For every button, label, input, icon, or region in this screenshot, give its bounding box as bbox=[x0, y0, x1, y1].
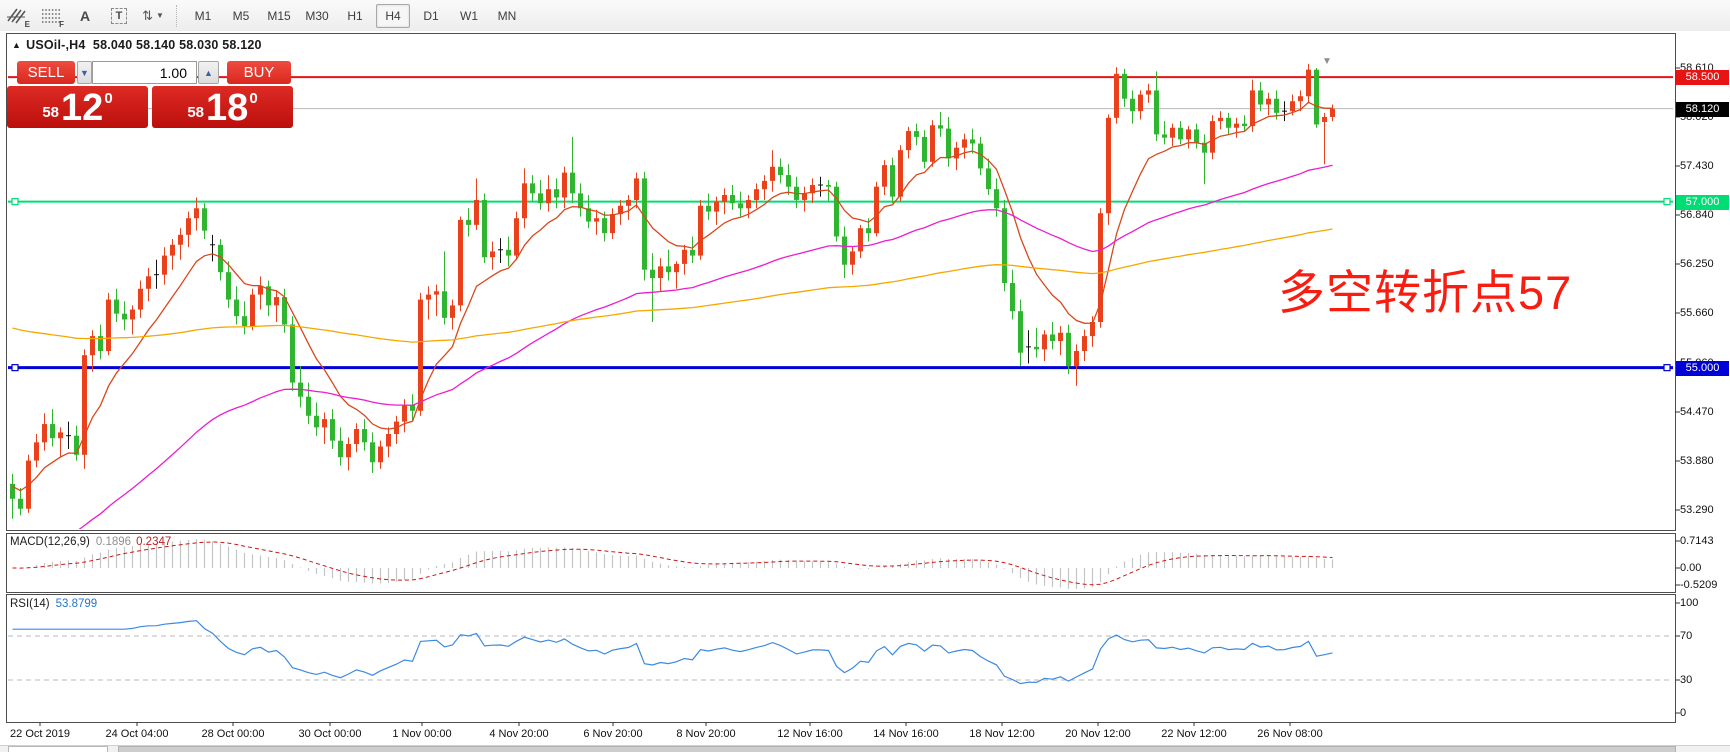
chart-canvas[interactable] bbox=[0, 31, 1730, 752]
time-tick-label: 6 Nov 20:00 bbox=[583, 728, 642, 740]
price-tick-label: 54.470 bbox=[1680, 406, 1714, 418]
rsi-label: RSI(14)53.8799 bbox=[10, 598, 97, 610]
price-badge-58500: 58.500 bbox=[1676, 70, 1729, 85]
time-tick-label: 1 Nov 00:00 bbox=[392, 728, 451, 740]
macd-signal-value: 0.2347 bbox=[136, 536, 171, 548]
time-tick-label: 22 Nov 12:00 bbox=[1161, 728, 1226, 740]
time-tick-label: 30 Oct 00:00 bbox=[299, 728, 362, 740]
toolbar: E F A T ⇅ ▼ M1M5M15M30H1H4D1W1MN bbox=[0, 0, 1730, 32]
price-tick-label: 57.430 bbox=[1680, 160, 1714, 172]
price-badge-58120: 58.120 bbox=[1676, 102, 1729, 117]
chevron-down-icon: ▼ bbox=[156, 11, 164, 20]
timeframe-w1[interactable]: W1 bbox=[452, 4, 486, 28]
time-tick-label: 12 Nov 16:00 bbox=[777, 728, 842, 740]
time-tick-label: 26 Nov 08:00 bbox=[1257, 728, 1322, 740]
text-box-icon[interactable]: T bbox=[105, 3, 133, 29]
timeframe-m15[interactable]: M15 bbox=[262, 4, 296, 28]
arrow-tools-icon[interactable]: ⇅ ▼ bbox=[139, 3, 167, 29]
time-tick-label: 18 Nov 12:00 bbox=[969, 728, 1034, 740]
macd-scale-label: 0.7143 bbox=[1680, 535, 1714, 547]
time-tick-label: 22 Oct 2019 bbox=[10, 728, 70, 740]
time-tick-label: 28 Oct 00:00 bbox=[202, 728, 265, 740]
sell-button[interactable]: SELL bbox=[17, 61, 75, 84]
rsi-scale-label: 30 bbox=[1680, 674, 1692, 686]
trading-app-window: E F A T ⇅ ▼ M1M5M15M30H1H4D1W1MN ▲ USOil-… bbox=[0, 0, 1730, 752]
symbol-direction-icon: ▲ bbox=[12, 40, 21, 50]
price-tick-label: 56.840 bbox=[1680, 209, 1714, 221]
time-tick-label: 8 Nov 20:00 bbox=[676, 728, 735, 740]
price-badge-55000: 55.000 bbox=[1676, 361, 1729, 376]
chart-shift-icon[interactable]: ▼ bbox=[1322, 56, 1332, 67]
symbol-title: USOil-,H4 bbox=[26, 38, 85, 52]
timeframe-h1[interactable]: H1 bbox=[338, 4, 372, 28]
price-tick-label: 53.290 bbox=[1680, 504, 1714, 516]
price-tick-label: 56.250 bbox=[1680, 258, 1714, 270]
rsi-scale-label: 70 bbox=[1680, 630, 1692, 642]
price-tick-label: 55.660 bbox=[1680, 307, 1714, 319]
chart-annotation-text: 多空转折点57 bbox=[1278, 254, 1572, 323]
timeframe-m5[interactable]: M5 bbox=[224, 4, 258, 28]
timeframe-d1[interactable]: D1 bbox=[414, 4, 448, 28]
macd-scale-label: -0.5209 bbox=[1680, 579, 1717, 591]
sell-price-display[interactable]: 58120 bbox=[7, 86, 148, 128]
rsi-scale-label: 100 bbox=[1680, 597, 1698, 609]
chart-header: ▲ USOil-,H4 58.040 58.140 58.030 58.120 bbox=[12, 38, 262, 52]
timeframe-m30[interactable]: M30 bbox=[300, 4, 334, 28]
volume-input[interactable] bbox=[92, 61, 197, 84]
timeframe-group: M1M5M15M30H1H4D1W1MN bbox=[184, 4, 526, 28]
toolbar-separator bbox=[176, 5, 178, 27]
rsi-scale-label: 0 bbox=[1680, 707, 1686, 719]
time-tick-label: 4 Nov 20:00 bbox=[489, 728, 548, 740]
text-label-icon[interactable]: A bbox=[71, 3, 99, 29]
ohlc-values: 58.040 58.140 58.030 58.120 bbox=[93, 38, 262, 52]
timeframe-m1[interactable]: M1 bbox=[186, 4, 220, 28]
indicator-list-icon[interactable]: E bbox=[3, 3, 31, 29]
rsi-value: 53.8799 bbox=[56, 598, 98, 610]
buy-price-display[interactable]: 58180 bbox=[152, 86, 293, 128]
time-tick-label: 24 Oct 04:00 bbox=[106, 728, 169, 740]
buy-button[interactable]: BUY bbox=[227, 61, 291, 84]
scrollbar-thumb[interactable] bbox=[118, 746, 1676, 752]
timeframe-mn[interactable]: MN bbox=[490, 4, 524, 28]
volume-decrease-button[interactable]: ▼ bbox=[77, 61, 92, 84]
price-tick-label: 53.880 bbox=[1680, 455, 1714, 467]
macd-label: MACD(12,26,9)0.18960.2347 bbox=[10, 536, 171, 548]
price-badge-57000: 57.000 bbox=[1676, 195, 1729, 210]
scrollbar-left-tab[interactable] bbox=[8, 746, 108, 752]
macd-main-value: 0.1896 bbox=[96, 536, 131, 548]
macd-scale-label: 0.00 bbox=[1680, 562, 1701, 574]
timeframe-h4[interactable]: H4 bbox=[376, 4, 410, 28]
chart-frame bbox=[0, 31, 1730, 752]
time-tick-label: 20 Nov 12:00 bbox=[1065, 728, 1130, 740]
volume-increase-button[interactable]: ▲ bbox=[198, 61, 219, 84]
fibonacci-grid-icon[interactable]: F bbox=[37, 3, 65, 29]
time-tick-label: 14 Nov 16:00 bbox=[873, 728, 938, 740]
